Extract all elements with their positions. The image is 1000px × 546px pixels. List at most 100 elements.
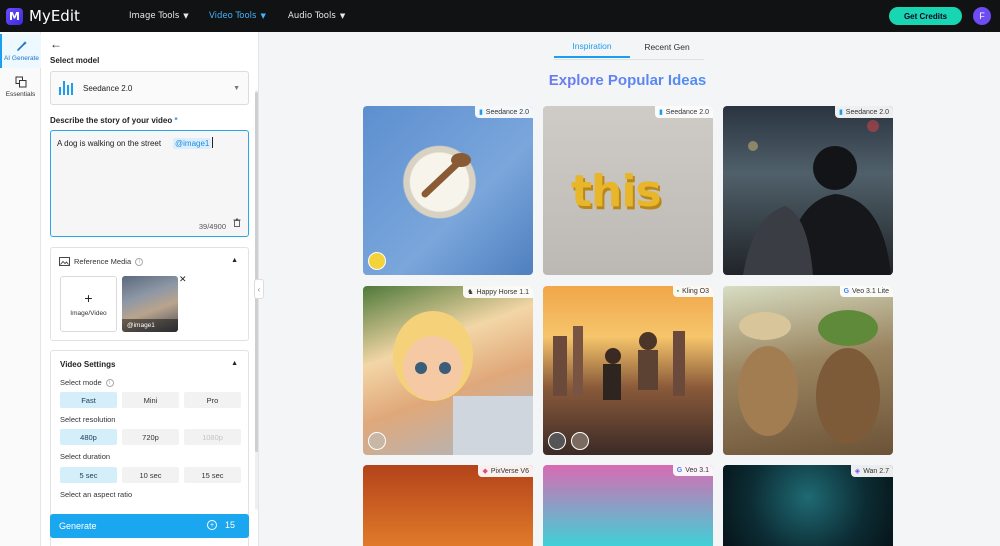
model-badge-label: Veo 3.1 Lite — [852, 288, 889, 295]
video-settings-title: Video Settings — [60, 360, 116, 369]
model-logo-icon: ▮ — [838, 109, 843, 116]
image-mention-tag[interactable]: @image1 — [173, 138, 212, 149]
mode-label: Select mode i — [60, 378, 114, 387]
model-badge: ▮ Seedance 2.0 — [474, 106, 533, 118]
idea-card[interactable]: ◆ PixVerse V6 — [363, 465, 533, 546]
tabs-divider — [554, 59, 704, 60]
model-badge-label: Wan 2.7 — [863, 467, 889, 475]
select-model-label: Select model — [50, 56, 100, 65]
reference-media-header: Reference Media i — [59, 257, 144, 266]
model-badge-label: Seedance 2.0 — [665, 108, 709, 116]
left-rail: AI Generate Essentials — [0, 32, 41, 546]
idea-card[interactable]: ◈ Wan 2.7 — [723, 465, 893, 546]
reference-media-section: Reference Media i ▲ + Image/Video @image… — [50, 247, 249, 341]
avatar[interactable]: F — [973, 7, 991, 25]
story-label: Describe the story of your video * — [50, 116, 178, 125]
app-logo[interactable]: M MyEdit — [6, 7, 80, 25]
card-illustration — [553, 326, 685, 400]
idea-card[interactable]: G Veo 3.1 — [543, 465, 713, 546]
kling-logo-icon: ▪ — [676, 288, 680, 295]
reference-media-title: Reference Media — [74, 257, 132, 266]
model-badge: G Veo 3.1 — [672, 465, 713, 476]
idea-card[interactable]: ▪ Kling O3 — [543, 286, 713, 455]
get-credits-button[interactable]: Get Credits — [889, 7, 962, 25]
tab-inspiration[interactable]: Inspiration — [554, 36, 630, 58]
plus-icon: + — [84, 289, 93, 306]
creator-avatar — [548, 432, 566, 450]
card-illustration — [738, 310, 880, 444]
model-badge: ▮ Seedance 2.0 — [834, 106, 893, 118]
layers-icon — [15, 76, 26, 88]
duration-15-sec[interactable]: 15 sec — [184, 467, 241, 483]
prompt-textarea[interactable]: A dog is walking on the street @image1 3… — [50, 130, 249, 237]
model-badge: ◆ PixVerse V6 — [478, 465, 533, 477]
duration-10-sec[interactable]: 10 sec — [122, 467, 179, 483]
google-logo-icon: G — [676, 467, 683, 474]
generate-cost: + 15 — [206, 520, 235, 530]
chevron-down-icon: ▼ — [260, 12, 266, 20]
model-badge-label: Happy Horse 1.1 — [476, 288, 529, 296]
idea-card[interactable]: this ▮ Seedance 2.0 — [543, 106, 713, 275]
trash-icon[interactable] — [233, 214, 241, 232]
resolution-720p[interactable]: 720p — [122, 429, 179, 445]
model-select[interactable]: Seedance 2.0 ▼ — [50, 71, 249, 105]
add-media-button[interactable]: + Image/Video — [60, 276, 117, 332]
idea-card[interactable]: ♞ Happy Horse 1.1 — [363, 286, 533, 455]
card-illustration — [393, 311, 533, 455]
generate-button[interactable]: Generate + 15 — [50, 514, 249, 538]
card-illustration — [743, 120, 891, 275]
idea-card[interactable]: G Veo 3.1 Lite — [723, 286, 893, 455]
rail-item-essentials[interactable]: Essentials — [0, 70, 41, 104]
nav-video-tools[interactable]: Video Tools ▼ — [209, 0, 266, 32]
info-icon[interactable]: i — [135, 257, 144, 266]
story-label-text: Describe the story of your video — [50, 116, 173, 125]
resolution-1080p: 1080p — [184, 429, 241, 445]
model-badge-label: Kling O3 — [682, 288, 709, 295]
nav-label: Audio Tools — [288, 11, 336, 21]
wan-logo-icon: ◈ — [854, 468, 861, 475]
mode-mini[interactable]: Mini — [122, 392, 179, 408]
mode-fast[interactable]: Fast — [60, 392, 117, 408]
nav-label: Image Tools — [129, 11, 180, 21]
nav-label: Video Tools — [209, 11, 257, 21]
collapse-triangle-icon[interactable]: ▲ — [231, 257, 238, 264]
nav-audio-tools[interactable]: Audio Tools ▼ — [288, 0, 345, 32]
collapse-triangle-icon[interactable]: ▲ — [231, 360, 238, 367]
info-icon[interactable]: i — [105, 378, 114, 387]
generate-label: Generate — [59, 521, 97, 531]
model-logo-icon: ▮ — [478, 109, 483, 116]
creator-avatar — [571, 432, 589, 450]
resolution-label: Select resolution — [60, 415, 116, 424]
reference-thumbnail[interactable]: @image1 — [122, 276, 178, 332]
thumbnail-tag: @image1 — [122, 319, 178, 332]
back-arrow-icon[interactable]: ← — [50, 37, 62, 51]
chevron-down-icon: ▼ — [339, 12, 346, 20]
idea-card[interactable]: ▮ Seedance 2.0 — [723, 106, 893, 275]
top-bar: M MyEdit Image Tools ▼ Video Tools ▼ Audio… — [0, 0, 1000, 32]
model-badge-label: Veo 3.1 — [685, 467, 709, 474]
google-logo-icon: G — [843, 288, 850, 295]
generate-panel: ← Select model Seedance 2.0 ▼ Describe t… — [41, 32, 259, 546]
text-cursor — [212, 137, 213, 148]
image-icon — [59, 257, 70, 266]
card-overlay-text: this — [571, 166, 662, 217]
resolution-480p[interactable]: 480p — [60, 429, 117, 445]
add-media-label: Image/Video — [70, 309, 107, 317]
logo-mark: M — [6, 7, 23, 25]
pixverse-logo-icon: ◆ — [482, 468, 488, 475]
duration-5-sec[interactable]: 5 sec — [60, 467, 117, 483]
mode-pro[interactable]: Pro — [184, 392, 241, 408]
model-logo-icon: ▮ — [658, 109, 663, 116]
tab-recent-gen[interactable]: Recent Gen — [630, 36, 704, 58]
model-badge: G Veo 3.1 Lite — [839, 286, 893, 297]
close-icon[interactable]: ✕ — [179, 274, 187, 285]
idea-card[interactable]: ▮ Seedance 2.0 — [363, 106, 533, 275]
nav-image-tools[interactable]: Image Tools ▼ — [129, 0, 189, 32]
prompt-text: A dog is walking on the street — [57, 139, 162, 148]
rail-label: Essentials — [5, 91, 36, 98]
panel-scrollbar-thumb[interactable] — [255, 92, 258, 452]
model-badge: ▮ Seedance 2.0 — [654, 106, 713, 118]
app-name: MyEdit — [29, 7, 80, 25]
collapse-panel-handle[interactable]: ‹ — [254, 279, 264, 299]
rail-item-ai-generate[interactable]: AI Generate — [0, 34, 41, 68]
